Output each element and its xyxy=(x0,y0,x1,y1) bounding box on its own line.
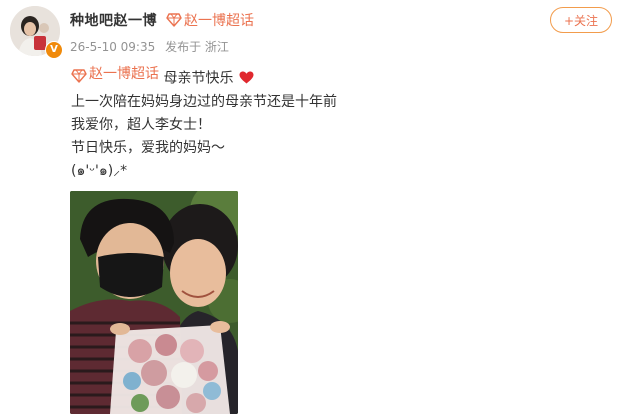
content-line-3: 我爱你，超人李女士！ xyxy=(71,116,211,133)
diamond-gem-icon xyxy=(166,13,182,27)
follow-button[interactable]: +关注 xyxy=(550,7,612,33)
content-super-topic-link[interactable]: 赵一博超话 xyxy=(71,63,159,86)
verified-badge: V xyxy=(45,41,63,59)
weibo-post: V 种地吧赵一博 赵一博超话 +关注 26-5-10 09:35 发布于 浙江 xyxy=(0,0,624,416)
content-super-topic-label: 赵一博超话 xyxy=(89,66,159,82)
post-photo[interactable] xyxy=(70,191,238,414)
post-content: 赵一博超话 母亲节快乐 上一次陪在妈妈身边过的母亲节还是十年前 我爱你，超人李女… xyxy=(71,63,337,183)
header-super-topic-label: 赵一博超话 xyxy=(184,13,254,29)
username[interactable]: 种地吧赵一博 xyxy=(70,10,157,30)
content-line-1: 赵一博超话 母亲节快乐 xyxy=(71,63,337,91)
content-line-4: 节日快乐，爱我的妈妈～ xyxy=(71,139,225,156)
red-heart-icon xyxy=(239,69,254,83)
diamond-gem-icon xyxy=(71,68,87,83)
post-date[interactable]: 26-5-10 09:35 xyxy=(70,40,155,54)
header-super-topic-link[interactable]: 赵一博超话 xyxy=(166,10,254,30)
post-location: 发布于 浙江 xyxy=(165,40,229,54)
content-first-text: 母亲节快乐 xyxy=(163,70,234,87)
content-line-2: 上一次陪在妈妈身边过的母亲节还是十年前 xyxy=(71,93,337,110)
post-meta: 26-5-10 09:35 发布于 浙江 xyxy=(70,38,235,55)
content-line-5: (๑'ᵕ'๑)⸝* xyxy=(71,162,128,179)
